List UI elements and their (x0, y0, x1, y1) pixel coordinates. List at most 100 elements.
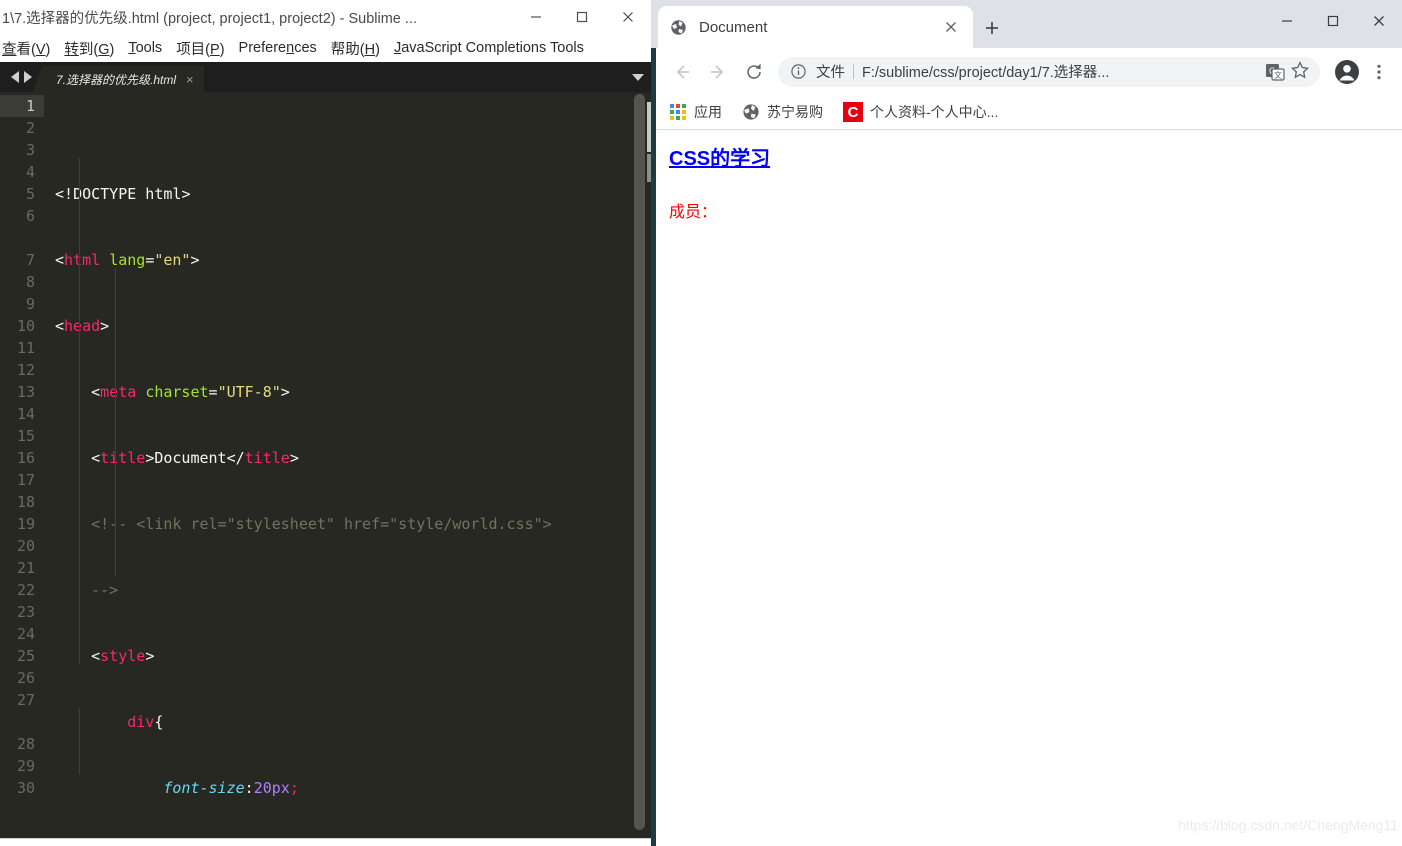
line-number: 7 (25, 251, 35, 269)
line-number: 14 (16, 405, 35, 423)
bookmark-label: 个人资料-个人中心... (870, 104, 999, 120)
editor-scrollbar-thumb[interactable] (634, 94, 645, 830)
address-bar[interactable]: 文件 F:/sublime/css/project/day1/7.选择器... … (778, 56, 1320, 87)
line-number: 17 (16, 471, 35, 489)
star-icon[interactable] (1290, 60, 1314, 84)
code-line-8: div{ (127, 713, 164, 731)
url-text[interactable]: F:/sublime/css/project/day1/7.选择器... (862, 61, 1264, 82)
sublime-maximize-button[interactable] (559, 0, 605, 34)
apps-grid-icon (670, 104, 686, 120)
line-number: 1 (0, 95, 44, 117)
code-line-1: <!DOCTYPE html> (55, 185, 191, 203)
bookmark-personal-center[interactable]: C 个人资料-个人中心... (843, 102, 998, 122)
menu-item-goto[interactable]: 转到(G) (64, 38, 114, 59)
browser-minimize-button[interactable] (1264, 0, 1310, 42)
sublime-window-bottom-edge (0, 838, 651, 846)
line-number: 25 (16, 647, 35, 665)
line-number: 15 (16, 427, 35, 445)
tab-next-arrow-icon[interactable] (23, 71, 32, 83)
menu-item-javascript-completions-tools[interactable]: JavaScript Completions Tools (394, 40, 584, 56)
forward-button[interactable] (700, 54, 736, 90)
line-number: 24 (16, 625, 35, 643)
menu-item-help[interactable]: 帮助(H) (331, 38, 380, 59)
bookmarks-bar: 应用 苏宁易购 C 个人资料-个人中心... (656, 95, 1402, 130)
sublime-tabbar: 7.选择器的优先级.html × (0, 62, 651, 92)
menu-item-view[interactable]: 查看(V) (2, 38, 50, 59)
browser-close-button[interactable] (1356, 0, 1402, 42)
info-circle-icon[interactable] (790, 63, 807, 80)
browser-tabstrip: Document (651, 0, 1402, 48)
chrome-browser-window: Document 文件 F:/sublime/css/project/day1/… (651, 0, 1402, 846)
line-number: 19 (16, 515, 35, 533)
watermark-text: https://blog.csdn.net/ChengMeng11 (1177, 817, 1398, 833)
sublime-minimize-button[interactable] (513, 0, 559, 34)
code-line-3: <head> (55, 317, 110, 335)
sublime-close-button[interactable] (605, 0, 651, 34)
line-number: 6 (25, 207, 35, 225)
code-line-5: <title>Document</title> (91, 449, 299, 467)
bookmark-label: 苏宁易购 (767, 104, 823, 120)
editor-scrollbar-track[interactable] (634, 92, 648, 838)
globe-icon (742, 103, 760, 121)
line-number: 21 (16, 559, 35, 577)
translate-icon[interactable]: G 文 (1264, 61, 1286, 83)
browser-toolbar: 文件 F:/sublime/css/project/day1/7.选择器... … (656, 48, 1402, 95)
code-line-7: <style> (91, 647, 155, 665)
line-number: 13 (16, 383, 35, 401)
back-button[interactable] (664, 54, 700, 90)
tabbar-overflow-menu[interactable] (625, 62, 651, 92)
line-number-gutter: 1 2 3 4 5 6 7 8 9 10 11 12 13 14 15 16 1… (0, 92, 44, 838)
browser-maximize-button[interactable] (1310, 0, 1356, 42)
tab-prev-arrow-icon[interactable] (10, 71, 19, 83)
sublime-menubar: 查看(V) 转到(G) Tools 项目(P) Preferences 帮助(H… (0, 34, 651, 62)
line-number: 23 (16, 603, 35, 621)
globe-icon (670, 19, 687, 36)
sublime-titlebar: 1\7.选择器的优先级.html (project, project1, pro… (0, 0, 651, 34)
menu-item-tools[interactable]: Tools (128, 40, 162, 56)
close-icon[interactable] (941, 17, 961, 37)
bookmark-label: 应用 (694, 104, 722, 120)
sublime-window-title: 1\7.选择器的优先级.html (project, project1, pro… (2, 10, 417, 27)
browser-window-controls (1264, 0, 1402, 42)
line-number: 9 (25, 295, 35, 313)
editor-tab-label: 7.选择器的优先级.html (56, 72, 177, 87)
new-tab-button[interactable] (978, 14, 1006, 42)
c-brand-icon: C (843, 102, 863, 122)
editor-tab-selector-priority[interactable]: 7.选择器的优先级.html × (33, 66, 204, 92)
line-number: 16 (16, 449, 35, 467)
url-scheme-label: 文件 (816, 65, 845, 81)
code-wrap: 1 2 3 4 5 6 7 8 9 10 11 12 13 14 15 16 1… (0, 92, 638, 838)
bookmark-apps[interactable]: 应用 (670, 102, 722, 122)
browser-tab-title: Document (699, 18, 768, 36)
three-dot-menu-icon[interactable] (1364, 55, 1394, 89)
reload-button[interactable] (736, 54, 772, 90)
line-number: 11 (16, 339, 35, 357)
code-content[interactable]: <!DOCTYPE html> <html lang="en"> <head> … (44, 92, 638, 838)
bookmark-suning[interactable]: 苏宁易购 (742, 102, 823, 122)
line-number: 26 (16, 669, 35, 687)
line-number: 18 (16, 493, 35, 511)
line-number: 10 (16, 317, 35, 335)
profile-avatar-icon[interactable] (1330, 55, 1364, 89)
code-line-2: <html lang="en"> (55, 251, 200, 269)
line-number: 2 (25, 119, 35, 137)
line-number: 3 (25, 141, 35, 159)
menu-item-project[interactable]: 项目(P) (176, 38, 224, 59)
line-number: 20 (16, 537, 35, 555)
menu-item-preferences[interactable]: Preferences (239, 40, 317, 56)
line-number-wrap (0, 711, 44, 733)
editor-tab-close-icon[interactable]: × (186, 73, 194, 86)
line-number: 30 (16, 779, 35, 797)
line-number: 12 (16, 361, 35, 379)
browser-tab-document[interactable]: Document (658, 6, 973, 48)
line-number: 8 (25, 273, 35, 291)
page-paragraph-members: 成员： (669, 204, 718, 221)
code-line-9: font-size:20px; (163, 779, 299, 797)
line-number: 27 (16, 691, 35, 709)
line-number: 5 (25, 185, 35, 203)
code-editor-area[interactable]: 1 2 3 4 5 6 7 8 9 10 11 12 13 14 15 16 1… (0, 92, 651, 838)
line-number: 28 (16, 735, 35, 753)
chevron-down-icon (632, 73, 644, 81)
code-line-6: <!-- <link rel="stylesheet" href="style/… (91, 515, 552, 533)
line-number: 4 (25, 163, 35, 181)
